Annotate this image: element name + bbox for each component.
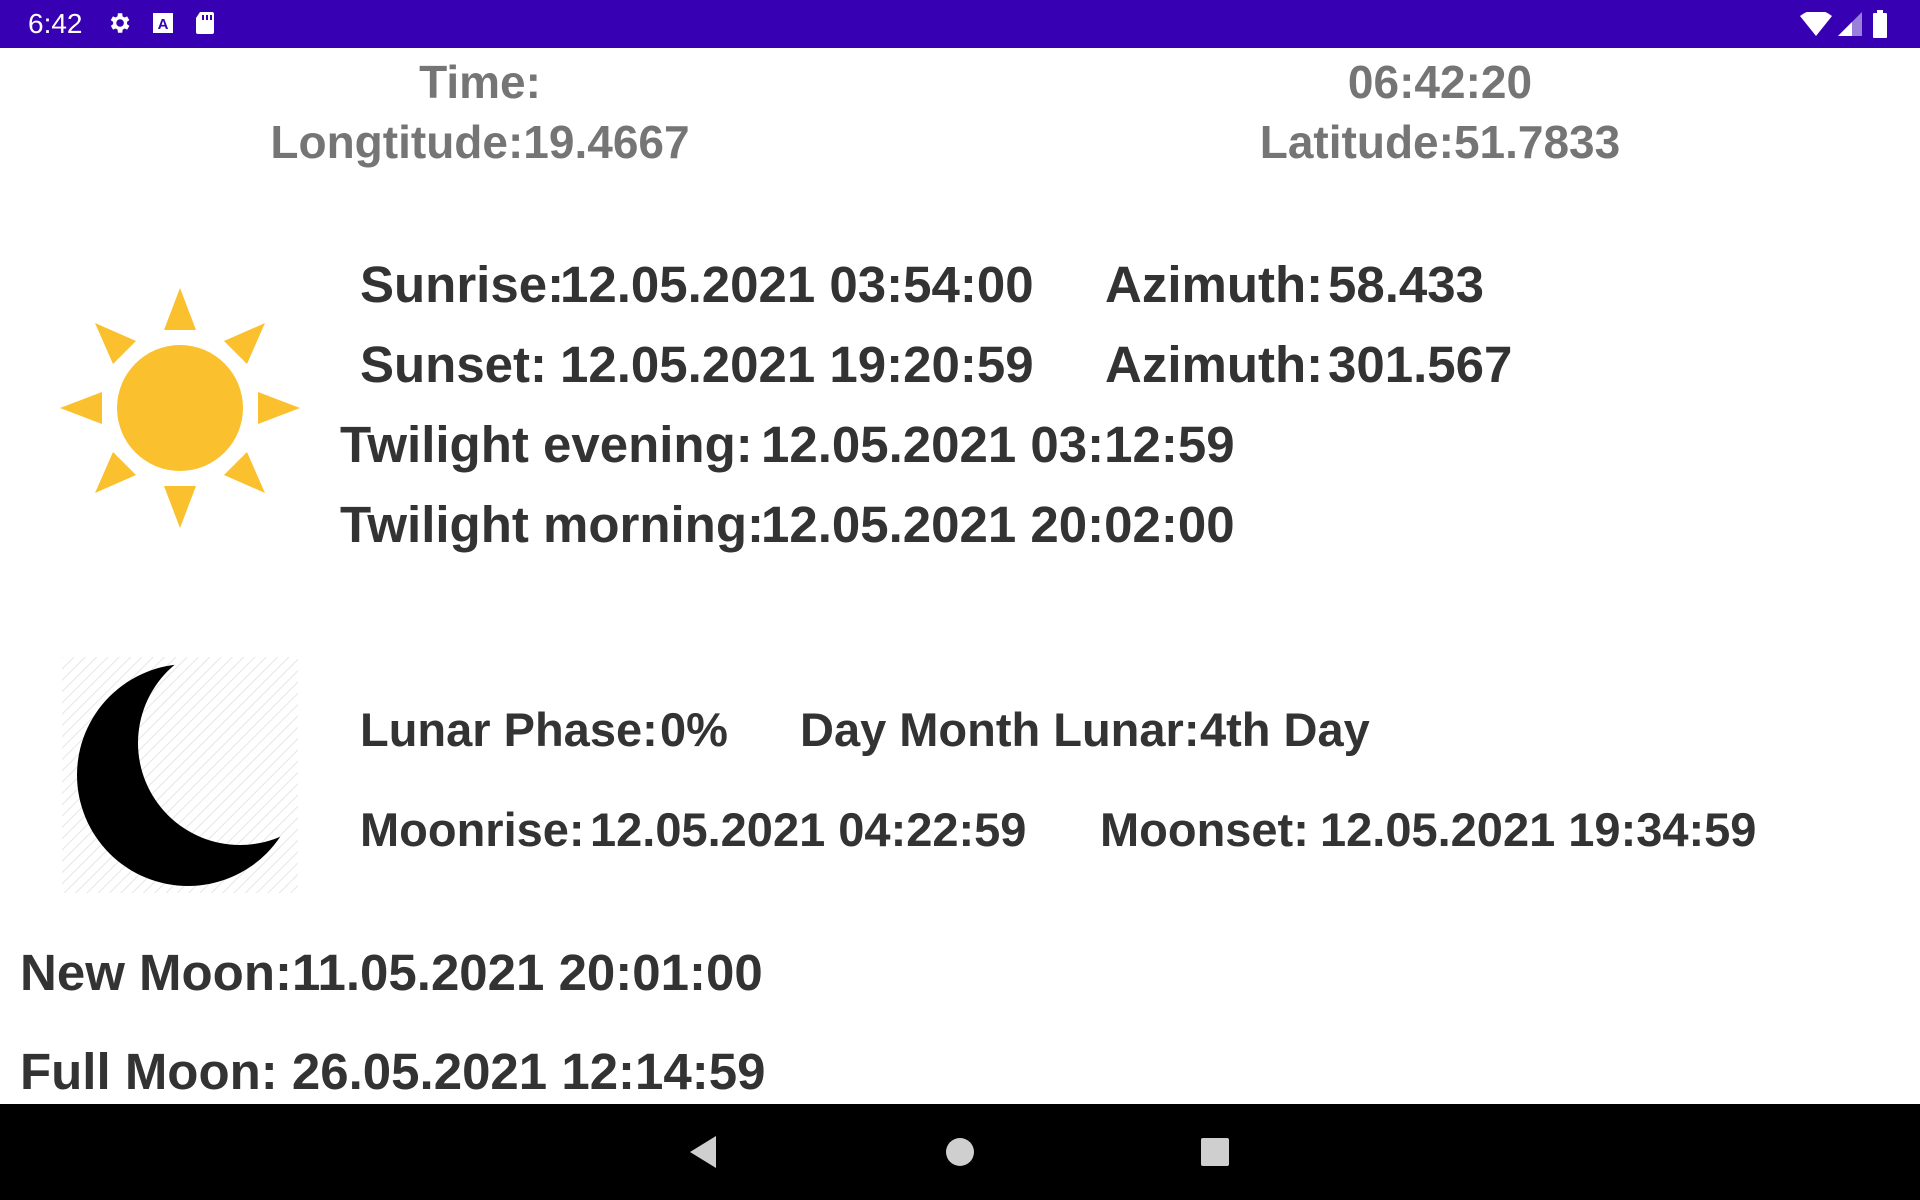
navigation-bar xyxy=(0,1104,1920,1200)
sunrise-value: 12.05.2021 03:54:00 xyxy=(560,256,1034,313)
sunset-azimuth-label: Azimuth: xyxy=(1105,336,1324,393)
sunset-value: 12.05.2021 19:20:59 xyxy=(560,336,1034,393)
a-notification-icon: A xyxy=(151,10,175,36)
moonrise-label: Moonrise: xyxy=(360,803,585,856)
back-icon[interactable] xyxy=(686,1132,720,1172)
day-month-lunar-value: 4th Day xyxy=(1200,703,1370,756)
sunset-azimuth-value: 301.567 xyxy=(1328,336,1513,393)
twilight-morning-label: Twilight morning: xyxy=(340,496,764,553)
twilight-evening-label: Twilight evening: xyxy=(340,416,753,473)
new-moon-text: New Moon:11.05.2021 20:01:00 xyxy=(20,944,763,1001)
battery-icon xyxy=(1872,10,1888,38)
status-clock: 6:42 xyxy=(28,8,83,39)
sd-card-icon xyxy=(194,10,216,36)
sunrise-azimuth-value: 58.433 xyxy=(1328,256,1484,313)
wifi-icon xyxy=(1800,12,1832,36)
day-month-lunar-label: Day Month Lunar: xyxy=(800,703,1200,756)
settings-icon xyxy=(106,10,132,36)
twilight-evening-value: 12.05.2021 03:12:59 xyxy=(761,416,1235,473)
svg-text:A: A xyxy=(158,16,169,33)
sun-icon xyxy=(58,286,304,532)
lunar-phase-value: 0% xyxy=(660,703,728,756)
moon-icon xyxy=(62,657,299,893)
recents-icon[interactable] xyxy=(1200,1132,1230,1172)
status-bar: 6:42 A xyxy=(0,0,1920,48)
moonrise-value: 12.05.2021 04:22:59 xyxy=(590,803,1027,856)
full-moon-text: Full Moon: 26.05.2021 12:14:59 xyxy=(20,1043,766,1100)
home-icon[interactable] xyxy=(945,1132,975,1172)
signal-icon xyxy=(1838,12,1862,36)
lunar-phase-label: Lunar Phase: xyxy=(360,703,658,756)
sunrise-azimuth-label: Azimuth: xyxy=(1105,256,1324,313)
moonset-label: Moonset: xyxy=(1100,803,1309,856)
time-value: 06:42:20 xyxy=(1347,56,1533,108)
sunrise-label: Sunrise: xyxy=(360,256,565,313)
latitude-text: Latitude:51.7833 xyxy=(1259,116,1621,168)
longitude-text: Longtitude:19.4667 xyxy=(270,116,690,168)
moonset-value: 12.05.2021 19:34:59 xyxy=(1320,803,1757,856)
sunset-label: Sunset: xyxy=(360,336,548,393)
time-label: Time: xyxy=(419,56,541,108)
twilight-morning-value: 12.05.2021 20:02:00 xyxy=(761,496,1235,553)
